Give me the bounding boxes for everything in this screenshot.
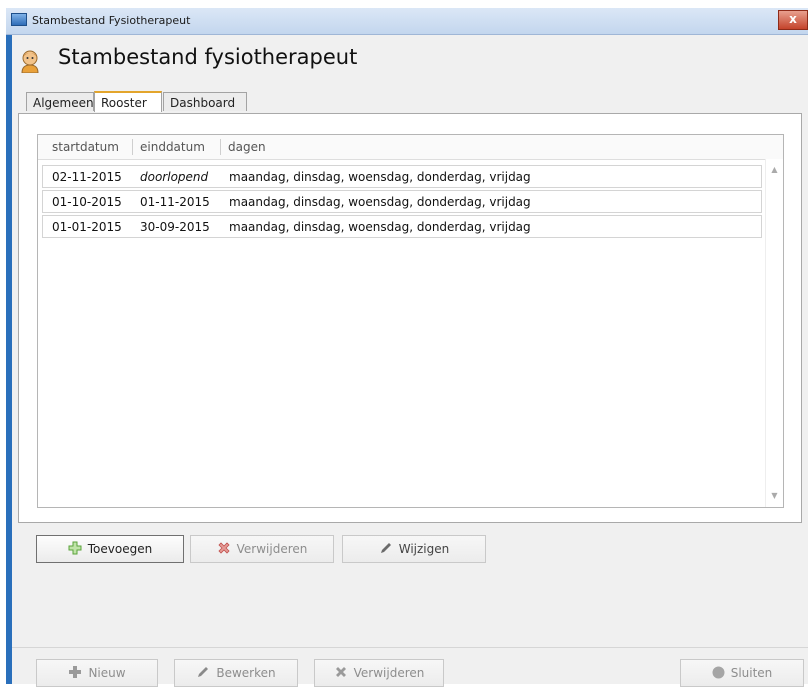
plus-icon xyxy=(69,666,82,678)
close-window-button[interactable]: x xyxy=(778,10,808,30)
tab-dashboard[interactable]: Dashboard xyxy=(163,92,247,111)
title-bar[interactable]: Stambestand Fysiotherapeut x xyxy=(6,8,808,35)
nieuw-button[interactable]: Nieuw xyxy=(36,659,158,687)
cell-startdatum: 01-01-2015 xyxy=(52,220,122,234)
bewerken-button[interactable]: Bewerken xyxy=(174,659,298,687)
table-row[interactable]: 01-10-2015 01-11-2015 maandag, dinsdag, … xyxy=(42,190,762,213)
x-icon xyxy=(218,542,230,554)
wijzigen-button[interactable]: Wijzigen xyxy=(342,535,486,563)
cell-einddatum: 30-09-2015 xyxy=(140,220,210,234)
toevoegen-label: Toevoegen xyxy=(87,542,153,556)
page-title: Stambestand fysiotherapeut xyxy=(58,45,358,69)
cell-dagen: maandag, dinsdag, woensdag, donderdag, v… xyxy=(229,170,531,184)
table-row[interactable]: 01-01-2015 30-09-2015 maandag, dinsdag, … xyxy=(42,215,762,238)
column-separator xyxy=(132,139,133,155)
table-row[interactable]: 02-11-2015 doorlopend maandag, dinsdag, … xyxy=(42,165,762,188)
vertical-scrollbar[interactable]: ▲ ▼ xyxy=(765,159,783,507)
verwijderen-footer-label: Verwijderen xyxy=(353,666,425,680)
cell-startdatum: 02-11-2015 xyxy=(52,170,122,184)
column-separator xyxy=(220,139,221,155)
pencil-icon xyxy=(380,543,391,553)
x-icon xyxy=(335,667,346,677)
cell-dagen: maandag, dinsdag, woensdag, donderdag, v… xyxy=(229,195,531,209)
table-header: startdatum einddatum dagen xyxy=(38,135,783,160)
verwijderen-label: Verwijderen xyxy=(236,542,308,556)
tab-rooster[interactable]: Rooster xyxy=(94,91,162,112)
rooster-table: startdatum einddatum dagen 02-11-2015 do… xyxy=(37,134,784,508)
pencil-icon xyxy=(198,667,209,677)
scroll-down-arrow-icon[interactable]: ▼ xyxy=(766,489,783,503)
therapist-avatar-icon xyxy=(21,50,39,73)
window-title: Stambestand Fysiotherapeut xyxy=(32,14,191,27)
plus-icon xyxy=(68,541,82,555)
app-window: Stambestand Fysiotherapeut x Stambestand… xyxy=(6,8,808,687)
column-header-einddatum[interactable]: einddatum xyxy=(140,140,205,154)
footer-divider xyxy=(12,647,808,648)
verwijderen-button[interactable]: Verwijderen xyxy=(190,535,334,563)
nieuw-label: Nieuw xyxy=(88,666,126,680)
column-header-dagen[interactable]: dagen xyxy=(228,140,266,154)
tab-algemeen[interactable]: Algemeen xyxy=(26,92,94,111)
verwijderen-footer-button[interactable]: Verwijderen xyxy=(314,659,444,687)
rooster-panel: startdatum einddatum dagen 02-11-2015 do… xyxy=(18,113,802,523)
app-window-icon xyxy=(11,13,27,26)
toevoegen-button[interactable]: Toevoegen xyxy=(36,535,184,563)
circle-icon xyxy=(712,666,725,679)
sluiten-button[interactable]: Sluiten xyxy=(680,659,804,687)
sluiten-label: Sluiten xyxy=(730,666,773,680)
scroll-up-arrow-icon[interactable]: ▲ xyxy=(766,163,783,177)
cell-einddatum: doorlopend xyxy=(140,170,209,184)
wijzigen-label: Wijzigen xyxy=(398,542,450,556)
bewerken-label: Bewerken xyxy=(216,666,276,680)
cell-dagen: maandag, dinsdag, woensdag, donderdag, v… xyxy=(229,220,531,234)
cell-startdatum: 01-10-2015 xyxy=(52,195,122,209)
cell-einddatum: 01-11-2015 xyxy=(140,195,210,209)
column-header-startdatum[interactable]: startdatum xyxy=(52,140,119,154)
window-client-area: Stambestand fysiotherapeut Algemeen Roos… xyxy=(12,35,808,687)
